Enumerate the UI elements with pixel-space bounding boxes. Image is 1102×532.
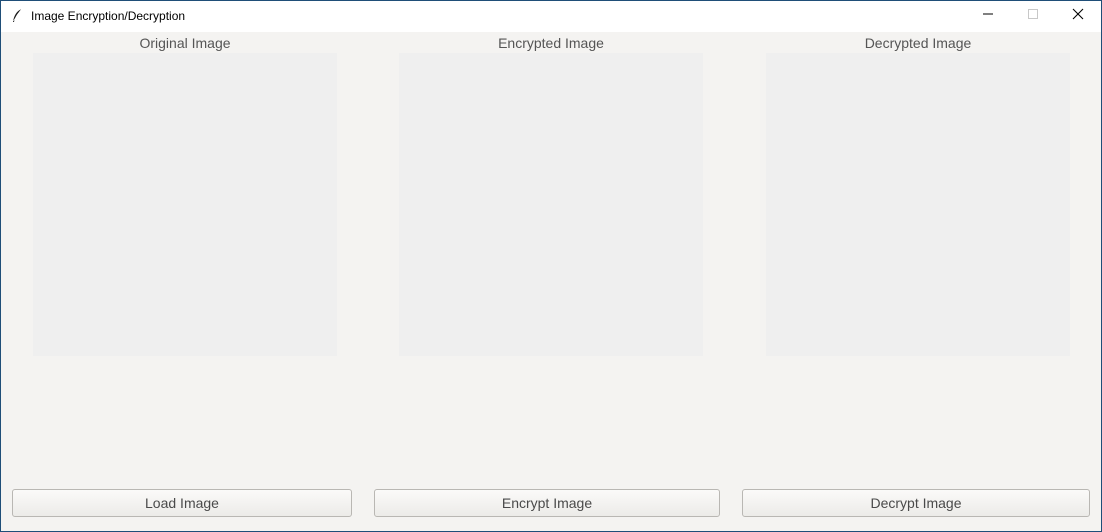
minimize-icon <box>982 7 994 25</box>
original-image-label: Original Image <box>139 35 231 51</box>
app-window: Image Encryption/Decryption Original Ima… <box>0 0 1102 532</box>
close-button[interactable] <box>1055 1 1100 31</box>
original-image-canvas <box>33 53 337 356</box>
decrypted-image-label: Decrypted Image <box>864 35 972 51</box>
title-bar[interactable]: Image Encryption/Decryption <box>1 1 1101 32</box>
close-icon <box>1072 7 1084 25</box>
maximize-button[interactable] <box>1010 1 1055 31</box>
window-title: Image Encryption/Decryption <box>31 9 186 23</box>
feather-icon <box>10 8 24 24</box>
decrypt-image-button[interactable]: Decrypt Image <box>742 489 1090 517</box>
encrypted-image-label: Encrypted Image <box>498 35 604 51</box>
minimize-button[interactable] <box>965 1 1010 31</box>
maximize-icon <box>1027 7 1039 25</box>
load-image-button[interactable]: Load Image <box>12 489 352 517</box>
encrypt-image-button[interactable]: Encrypt Image <box>374 489 720 517</box>
decrypted-image-canvas <box>766 53 1070 356</box>
encrypted-image-canvas <box>399 53 703 356</box>
